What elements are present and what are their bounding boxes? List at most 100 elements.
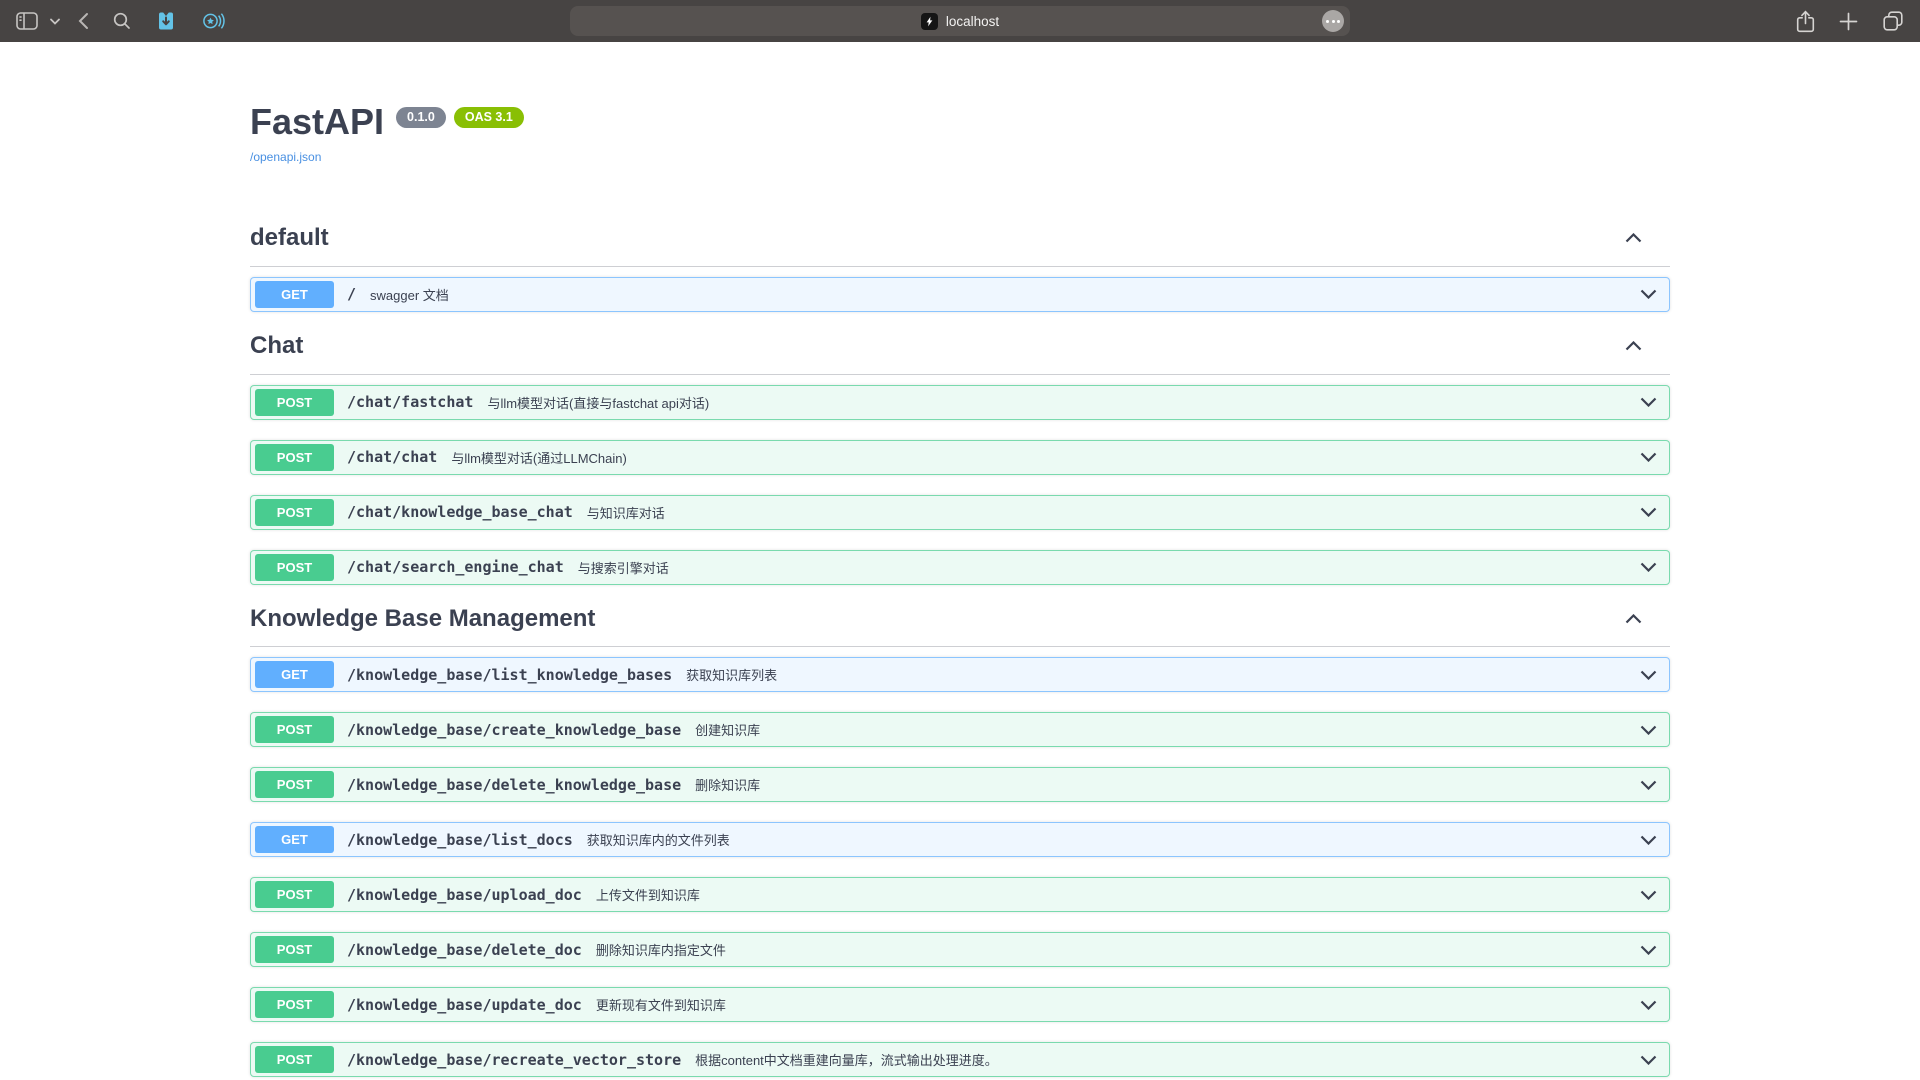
extension-bookmark-button[interactable] xyxy=(155,10,177,32)
url-text: localhost xyxy=(946,14,999,29)
section-title: Knowledge Base Management xyxy=(250,605,595,634)
operation-description: 删除知识库 xyxy=(695,775,760,794)
operation-description: 获取知识库内的文件列表 xyxy=(587,830,730,849)
toolbar-left-group xyxy=(0,10,250,32)
operation-description: 获取知识库列表 xyxy=(686,665,777,684)
site-favicon xyxy=(921,13,938,30)
operation-description: 与llm模型对话(直接与fastchat api对话) xyxy=(487,393,709,412)
share-icon xyxy=(1796,10,1815,33)
chevron-down-icon xyxy=(1640,397,1657,407)
api-section: default GET/swagger 文档 xyxy=(250,224,1670,312)
chevron-down-icon xyxy=(1640,452,1657,462)
method-badge: GET xyxy=(255,661,334,688)
sidebar-toggle-button[interactable] xyxy=(16,12,38,30)
chevron-down-icon xyxy=(1640,725,1657,735)
browser-toolbar: localhost xyxy=(0,0,1920,42)
expand-operation-icon[interactable] xyxy=(1640,507,1657,517)
chevron-down-icon xyxy=(1640,289,1657,299)
operation-row[interactable]: POST/chat/knowledge_base_chat 与知识库对话 xyxy=(250,495,1670,530)
extension-broadcast-icon xyxy=(201,10,226,32)
operation-row[interactable]: POST/knowledge_base/delete_knowledge_bas… xyxy=(250,767,1670,802)
section-header[interactable]: Knowledge Base Management xyxy=(250,605,1670,648)
operation-path: /chat/knowledge_base_chat xyxy=(347,503,573,521)
section-header[interactable]: Chat xyxy=(250,332,1670,375)
version-badge: 0.1.0 xyxy=(396,107,446,128)
expand-operation-icon[interactable] xyxy=(1640,890,1657,900)
operation-description: 与搜索引擎对话 xyxy=(578,558,669,577)
page-settings-button[interactable] xyxy=(1322,10,1344,32)
chevron-down-icon xyxy=(1640,835,1657,845)
method-badge: POST xyxy=(255,716,334,743)
method-badge: POST xyxy=(255,936,334,963)
operation-path: /knowledge_base/update_doc xyxy=(347,996,582,1014)
operation-row[interactable]: GET/knowledge_base/list_docs 获取知识库内的文件列表 xyxy=(250,822,1670,857)
section-collapse-icon[interactable] xyxy=(1625,233,1642,243)
expand-operation-icon[interactable] xyxy=(1640,780,1657,790)
expand-operation-icon[interactable] xyxy=(1640,289,1657,299)
operation-row[interactable]: POST/knowledge_base/update_doc 更新现有文件到知识库 xyxy=(250,987,1670,1022)
operation-row[interactable]: POST/knowledge_base/recreate_vector_stor… xyxy=(250,1042,1670,1077)
operation-description: 上传文件到知识库 xyxy=(596,885,700,904)
api-sections: default GET/swagger 文档 Chat POST/chat/fastc… xyxy=(250,224,1670,1077)
new-tab-button[interactable] xyxy=(1839,12,1858,31)
api-section: Knowledge Base Management GET/knowledge_b… xyxy=(250,605,1670,1078)
method-badge: POST xyxy=(255,499,334,526)
sidebar-icon xyxy=(16,12,38,30)
tab-group-chevron-button[interactable] xyxy=(50,18,60,25)
operation-path: /chat/chat xyxy=(347,448,437,466)
expand-operation-icon[interactable] xyxy=(1640,397,1657,407)
expand-operation-icon[interactable] xyxy=(1640,835,1657,845)
expand-operation-icon[interactable] xyxy=(1640,670,1657,680)
oas-badge: OAS 3.1 xyxy=(454,107,524,128)
operation-row[interactable]: GET/swagger 文档 xyxy=(250,277,1670,312)
operation-description: 更新现有文件到知识库 xyxy=(596,995,726,1014)
expand-operation-icon[interactable] xyxy=(1640,562,1657,572)
method-badge: POST xyxy=(255,991,334,1018)
chevron-down-icon xyxy=(1640,945,1657,955)
chevron-down-icon xyxy=(1640,670,1657,680)
expand-operation-icon[interactable] xyxy=(1640,1000,1657,1010)
operation-description: 创建知识库 xyxy=(695,720,760,739)
section-title: Chat xyxy=(250,332,303,361)
operation-row[interactable]: POST/chat/fastchat与llm模型对话(直接与fastchat a… xyxy=(250,385,1670,420)
operation-description: 与知识库对话 xyxy=(587,503,665,522)
section-header[interactable]: default xyxy=(250,224,1670,267)
operation-description: swagger 文档 xyxy=(370,285,449,304)
operation-row[interactable]: POST/knowledge_base/delete_doc删除知识库内指定文件 xyxy=(250,932,1670,967)
operation-path: /knowledge_base/list_docs xyxy=(347,831,573,849)
operation-path: /knowledge_base/create_knowledge_base xyxy=(347,721,681,739)
operation-row[interactable]: GET/knowledge_base/list_knowledge_bases获… xyxy=(250,657,1670,692)
share-button[interactable] xyxy=(1796,10,1815,33)
operation-row[interactable]: POST/chat/search_engine_chat与搜索引擎对话 xyxy=(250,550,1670,585)
expand-operation-icon[interactable] xyxy=(1640,452,1657,462)
address-bar[interactable]: localhost xyxy=(570,6,1350,36)
search-button[interactable] xyxy=(113,12,131,30)
extension-broadcast-button[interactable] xyxy=(201,10,226,32)
operation-path: /knowledge_base/upload_doc xyxy=(347,886,582,904)
section-collapse-icon[interactable] xyxy=(1625,341,1642,351)
tab-overview-button[interactable] xyxy=(1882,10,1904,32)
chevron-down-icon xyxy=(1640,1000,1657,1010)
chevron-down-icon xyxy=(50,18,60,25)
expand-operation-icon[interactable] xyxy=(1640,1055,1657,1065)
ellipsis-icon xyxy=(1326,20,1329,23)
expand-operation-icon[interactable] xyxy=(1640,725,1657,735)
expand-operation-icon[interactable] xyxy=(1640,945,1657,955)
page-content: FastAPI 0.1.0 OAS 3.1 /openapi.json defa… xyxy=(0,42,1920,1080)
operation-row[interactable]: POST/chat/chat与llm模型对话(通过LLMChain) xyxy=(250,440,1670,475)
operation-row[interactable]: POST/knowledge_base/create_knowledge_bas… xyxy=(250,712,1670,747)
section-collapse-icon[interactable] xyxy=(1625,614,1642,624)
operation-list: GET/swagger 文档 xyxy=(250,277,1670,312)
operation-row[interactable]: POST/knowledge_base/upload_doc上传文件到知识库 xyxy=(250,877,1670,912)
api-info: FastAPI 0.1.0 OAS 3.1 xyxy=(250,104,1670,140)
method-badge: GET xyxy=(255,281,334,308)
method-badge: GET xyxy=(255,826,334,853)
openapi-spec-link[interactable]: /openapi.json xyxy=(250,150,321,164)
chevron-down-icon xyxy=(1640,1055,1657,1065)
back-button[interactable] xyxy=(78,12,89,30)
chevron-up-icon xyxy=(1625,614,1642,624)
tabs-icon xyxy=(1882,10,1904,32)
lightning-bolt-icon xyxy=(924,16,935,27)
method-badge: POST xyxy=(255,389,334,416)
method-badge: POST xyxy=(255,771,334,798)
